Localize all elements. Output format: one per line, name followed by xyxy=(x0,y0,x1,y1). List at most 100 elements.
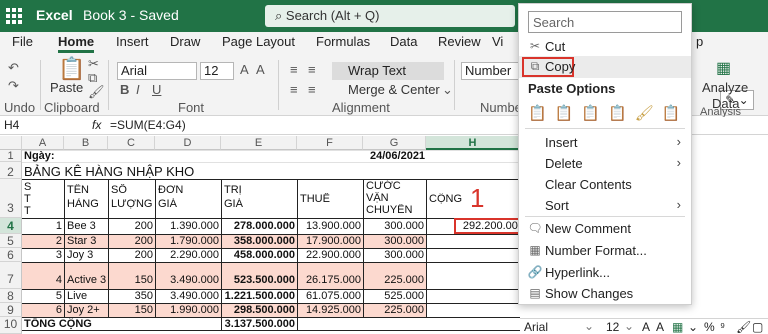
cell-cuoc[interactable]: 300.000 xyxy=(363,220,426,232)
paste-link-icon[interactable]: 📋 xyxy=(662,105,689,122)
format-painter-icon[interactable]: 🖌 xyxy=(88,84,105,100)
total-label[interactable]: TỔNG CỘNG xyxy=(22,318,94,330)
font-name-select[interactable]: Arial xyxy=(117,62,197,80)
align-middle-icon[interactable]: ≡ xyxy=(308,62,316,77)
search-input[interactable]: ⌕ Search (Alt + Q) xyxy=(265,5,515,27)
paste-formatting-icon[interactable]: 📋 xyxy=(608,105,635,122)
paste-format-painter-icon[interactable]: 🖌 xyxy=(635,105,662,122)
menu-item-show-changes[interactable]: ▤ Show Changes xyxy=(519,283,691,305)
menu-item-delete[interactable]: Delete › xyxy=(519,153,691,175)
number-format-select[interactable]: Number xyxy=(461,62,521,80)
format-painter-icon[interactable]: 🖌 xyxy=(736,320,751,334)
cell-ten-hang[interactable]: Joy 3 xyxy=(65,249,95,261)
menu-item-hyperlink[interactable]: 🔗 Hyperlink... xyxy=(519,262,691,284)
column-header-h[interactable]: H xyxy=(426,136,520,150)
header-cuoc-3[interactable]: CHUYỂN xyxy=(364,204,414,216)
column-header-e[interactable]: E xyxy=(221,136,297,150)
menu-item-cut[interactable]: ✂ Cut xyxy=(519,36,691,58)
undo-icon[interactable]: ↶ xyxy=(8,60,19,76)
tab-page-layout[interactable]: Page Layout xyxy=(222,34,295,49)
tab-review[interactable]: Review xyxy=(438,34,481,49)
menu-item-insert[interactable]: Insert › xyxy=(519,132,691,154)
chevron-down-icon[interactable]: ⌄ xyxy=(624,319,634,333)
cell-tri-gia[interactable]: 458.000.000 xyxy=(221,249,297,261)
chevron-down-icon[interactable]: ⌄ xyxy=(584,319,594,333)
header-tri-gia-1[interactable]: TRỊ xyxy=(222,184,244,196)
wrap-text-button[interactable]: Wrap Text xyxy=(332,62,444,80)
header-don-gia-1[interactable]: ĐƠN xyxy=(156,184,185,196)
date-value[interactable]: 24/06/2021 xyxy=(368,150,427,162)
redo-icon[interactable]: ↷ xyxy=(8,78,19,94)
cell-stt[interactable]: 3 xyxy=(22,249,64,261)
cell-so-luong[interactable]: 200 xyxy=(108,235,155,247)
cell-tri-gia[interactable]: 1.221.500.000 xyxy=(221,290,297,302)
row-header-9[interactable]: 9 xyxy=(0,303,22,317)
paste-button[interactable]: Paste xyxy=(50,80,83,95)
cell-don-gia[interactable]: 2.290.000 xyxy=(155,249,221,261)
mini-size-select[interactable]: 12 xyxy=(606,320,619,334)
menu-item-new-comment[interactable]: 🗨 New Comment xyxy=(519,218,691,240)
cell-stt[interactable]: 2 xyxy=(22,235,64,247)
header-cong[interactable]: CỘNG xyxy=(427,193,464,205)
row-header-8[interactable]: 8 xyxy=(0,289,22,303)
analyze-data-icon[interactable]: ▦ xyxy=(716,58,731,78)
cell-ten-hang[interactable]: Bee 3 xyxy=(65,220,98,232)
cell-so-luong[interactable]: 150 xyxy=(108,304,155,316)
column-header-g[interactable]: G xyxy=(363,136,426,150)
name-box[interactable]: H4 xyxy=(4,118,19,132)
cell-don-gia[interactable]: 3.490.000 xyxy=(155,290,221,302)
header-so-luong-2[interactable]: LƯỢNG xyxy=(109,198,154,210)
cell-stt[interactable]: 4 xyxy=(22,274,64,286)
header-so-luong-1[interactable]: SỐ xyxy=(109,184,129,196)
row-header-2[interactable]: 2 xyxy=(0,162,22,179)
paste-options-icons[interactable]: 📋📋📋📋🖌📋 xyxy=(528,104,688,122)
paste-formulas-icon[interactable]: 📋 xyxy=(581,105,608,122)
underline-icon[interactable]: U xyxy=(152,82,161,97)
align-left-icon[interactable]: ≡ xyxy=(290,82,298,97)
cell-tri-gia[interactable]: 298.500.000 xyxy=(221,304,297,316)
header-cuoc-2[interactable]: VẬN xyxy=(364,192,391,204)
fx-icon[interactable]: fx xyxy=(92,118,101,132)
select-all-corner[interactable] xyxy=(0,136,22,150)
chevron-down-icon[interactable]: ⌄ xyxy=(442,82,453,98)
cell-cuoc[interactable]: 300.000 xyxy=(363,235,426,247)
number-format-icon[interactable]: ▦ xyxy=(672,320,683,334)
column-header-a[interactable]: A xyxy=(22,136,64,150)
cell-don-gia[interactable]: 1.990.000 xyxy=(155,304,221,316)
header-stt-3[interactable]: T xyxy=(22,205,33,217)
cell-cuoc[interactable]: 225.000 xyxy=(363,304,426,316)
increase-font-icon[interactable]: A xyxy=(240,62,249,77)
tab-insert[interactable]: Insert xyxy=(116,34,149,49)
cell-don-gia[interactable]: 1.790.000 xyxy=(155,235,221,247)
cell-stt[interactable]: 5 xyxy=(22,290,64,302)
cell-tri-gia[interactable]: 358.000.000 xyxy=(221,235,297,247)
cell-ten-hang[interactable]: Joy 2+ xyxy=(65,304,102,316)
row-header-4[interactable]: 4 xyxy=(0,218,22,234)
cell-stt[interactable]: 1 xyxy=(22,220,64,232)
tab-help[interactable]: p xyxy=(696,34,703,49)
align-top-icon[interactable]: ≡ xyxy=(290,62,298,77)
comma-style-icon[interactable]: ⁹ xyxy=(720,320,725,334)
total-value[interactable]: 3.137.500.000 xyxy=(221,318,297,330)
row-header-7[interactable]: 7 xyxy=(0,262,22,289)
cell-thue[interactable]: 17.900.000 xyxy=(297,235,363,247)
increase-font-icon[interactable]: A xyxy=(642,320,650,334)
row-header-10[interactable]: 10 xyxy=(0,317,22,334)
bold-icon[interactable]: B xyxy=(120,82,129,97)
cell-cong[interactable]: 292.200.000 xyxy=(456,220,526,232)
cell-don-gia[interactable]: 1.390.000 xyxy=(155,220,221,232)
tab-data[interactable]: Data xyxy=(390,34,417,49)
font-size-select[interactable]: 12 xyxy=(200,62,234,80)
cell-thue[interactable]: 14.925.000 xyxy=(297,304,363,316)
cell-stt[interactable]: 6 xyxy=(22,304,64,316)
header-cuoc-1[interactable]: CƯỚC xyxy=(364,180,403,192)
tab-file[interactable]: File xyxy=(12,34,33,49)
cell-thue[interactable]: 26.175.000 xyxy=(297,274,363,286)
sheet-title[interactable]: BẢNG KÊ HÀNG NHẬP KHO xyxy=(22,164,196,179)
cell-so-luong[interactable]: 150 xyxy=(108,274,155,286)
menu-item-number-format[interactable]: ▦ Number Format... xyxy=(519,240,691,262)
column-header-c[interactable]: C xyxy=(108,136,155,150)
header-don-gia-2[interactable]: GIÁ xyxy=(156,198,179,210)
document-title[interactable]: Book 3 - Saved xyxy=(83,7,179,23)
row-header-1[interactable]: 1 xyxy=(0,150,22,162)
